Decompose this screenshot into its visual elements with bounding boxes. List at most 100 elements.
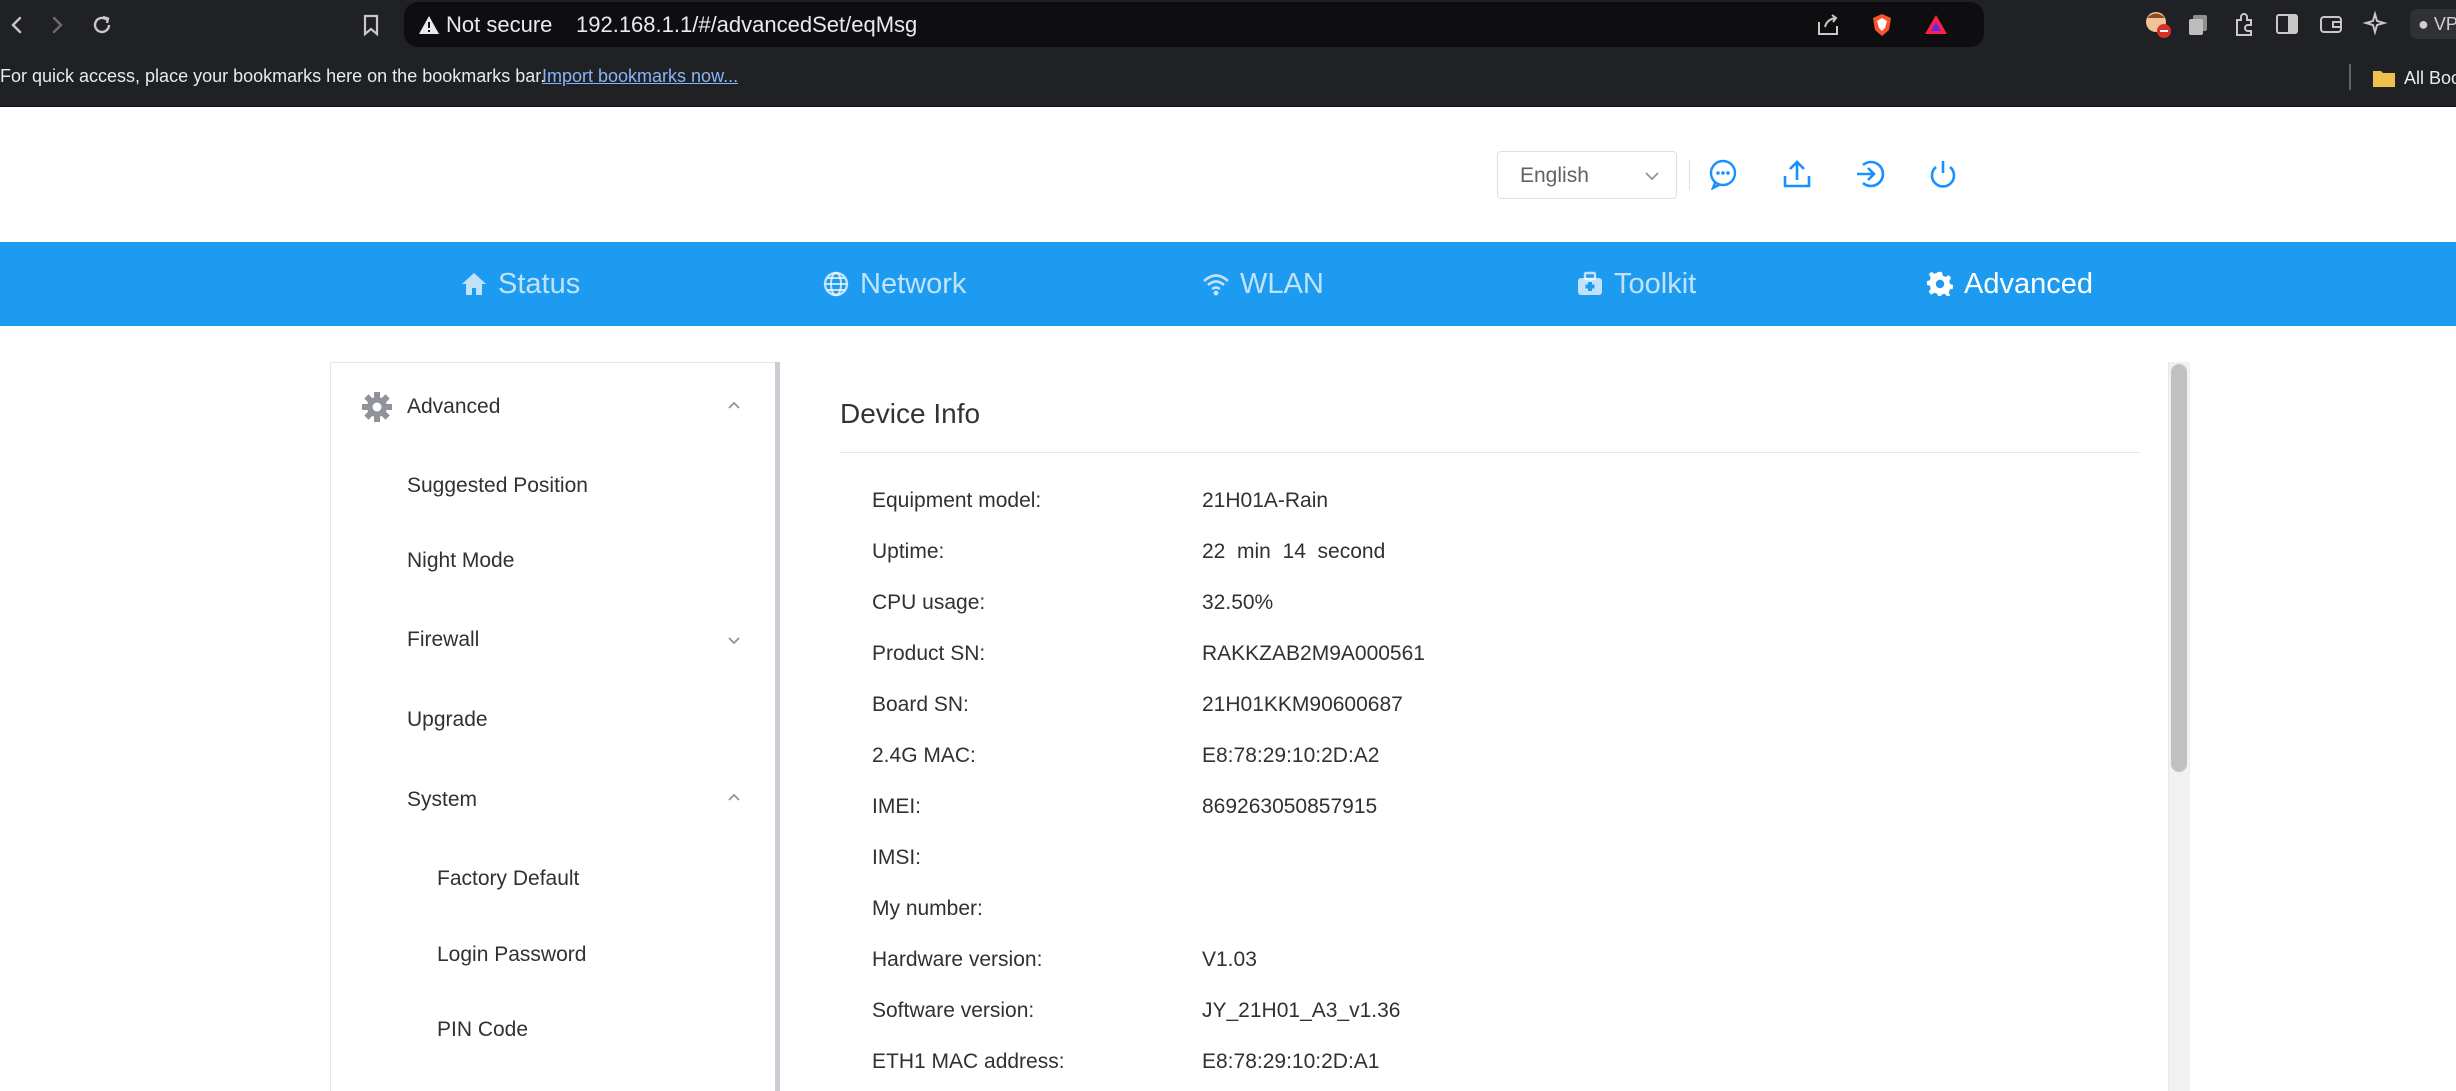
import-bookmarks-link[interactable]: Import bookmarks now...	[542, 66, 738, 87]
address-bar[interactable]: Not secure 192.168.1.1/#/advancedSet/eqM…	[404, 2, 1984, 47]
tab-advanced-label: Advanced	[1964, 267, 2093, 300]
tab-wlan[interactable]: WLAN	[1202, 242, 1324, 326]
info-row-imei: IMEI: 869263050857915	[872, 795, 2072, 829]
page-title: Device Info	[840, 398, 981, 429]
title-divider	[840, 452, 2140, 453]
info-row-uptime: Uptime: 22 min 14 second	[872, 540, 2072, 574]
url-text[interactable]: 192.168.1.1/#/advancedSet/eqMsg	[576, 12, 917, 38]
back-icon[interactable]	[0, 8, 34, 42]
warning-icon[interactable]	[418, 14, 440, 36]
bookmarks-divider	[2349, 64, 2351, 90]
info-row-equipment-model: Equipment model: 21H01A-Rain	[872, 489, 2072, 523]
info-row-my-number: My number:	[872, 897, 2072, 931]
sidebar-item-upgrade[interactable]: Upgrade	[407, 708, 488, 732]
info-value: E8:78:29:10:2D:A2	[1202, 744, 1380, 767]
info-row-eth1-mac: ETH1 MAC address: E8:78:29:10:2D:A1	[872, 1050, 2072, 1084]
vpn-button[interactable]: ● VP	[2410, 9, 2456, 39]
sidebar-icon[interactable]	[2272, 9, 2302, 39]
all-bookmarks-button[interactable]: All Boo	[2372, 64, 2456, 92]
content-scrollbar-thumb[interactable]	[2171, 364, 2187, 772]
info-value: E8:78:29:10:2D:A1	[1202, 1050, 1380, 1073]
info-label: Product SN:	[872, 642, 986, 665]
globe-icon	[823, 271, 849, 297]
info-label: Hardware version:	[872, 948, 1043, 971]
info-row-cpu-usage: CPU usage: 32.50%	[872, 591, 2072, 625]
tab-toolkit-label: Toolkit	[1614, 267, 1697, 300]
info-row-product-sn: Product SN: RAKKZAB2M9A000561	[872, 642, 2072, 676]
reload-icon[interactable]	[85, 8, 119, 42]
info-label: Board SN:	[872, 693, 969, 716]
info-value: 22 min 14 second	[1202, 540, 1386, 563]
info-value: JY_21H01_A3_v1.36	[1202, 999, 1401, 1022]
info-label: ETH1 MAC address:	[872, 1050, 1065, 1073]
info-value: 21H01KKM90600687	[1202, 693, 1403, 716]
login-icon[interactable]	[1851, 155, 1889, 193]
info-label: Uptime:	[872, 540, 945, 563]
info-value: 869263050857915	[1202, 795, 1378, 818]
info-label: IMSI:	[872, 846, 922, 869]
wallet-icon[interactable]	[2316, 9, 2346, 39]
wifi-icon	[1203, 274, 1229, 296]
sidebar-item-login-password[interactable]: Login Password	[437, 943, 586, 967]
info-label: 2.4G MAC:	[872, 744, 976, 767]
folder-icon	[2373, 71, 2395, 87]
tab-advanced[interactable]: Advanced	[1926, 242, 2093, 326]
extension-icon[interactable]	[2229, 9, 2259, 39]
info-row-hardware-version: Hardware version: V1.03	[872, 948, 2072, 982]
tab-wlan-label: WLAN	[1240, 267, 1324, 300]
tab-status[interactable]: Status	[460, 242, 580, 326]
forward-icon[interactable]	[40, 8, 74, 42]
tab-network[interactable]: Network	[822, 242, 966, 326]
info-label: CPU usage:	[872, 591, 986, 614]
chevron-up-icon	[725, 789, 743, 807]
avatar-icon[interactable]	[2142, 9, 2172, 39]
home-icon	[462, 273, 486, 295]
all-bookmarks-label: All Boo	[2404, 67, 2456, 88]
chevron-down-icon	[725, 631, 743, 649]
sidebar-item-firewall[interactable]: Firewall	[407, 628, 479, 652]
sidebar-scrollbar[interactable]	[775, 362, 780, 1091]
sidebar-item-pin-code[interactable]: PIN Code	[437, 1018, 528, 1042]
tab-status-label: Status	[498, 267, 581, 300]
chevron-up-icon	[725, 397, 743, 415]
bookmarks-message: For quick access, place your bookmarks h…	[0, 66, 546, 86]
toolkit-icon	[1578, 271, 1602, 295]
sidebar-item-suggested-position[interactable]: Suggested Position	[407, 474, 588, 498]
vpn-label: VP	[2433, 14, 2456, 34]
upload-icon[interactable]	[1778, 155, 1816, 193]
browser-toolbar: Not secure 192.168.1.1/#/advancedSet/eqM…	[0, 0, 2456, 50]
tab-network-label: Network	[860, 267, 967, 300]
info-row-imsi: IMSI:	[872, 846, 2072, 880]
info-value: RAKKZAB2M9A000561	[1202, 642, 1425, 665]
info-value: 32.50%	[1202, 591, 1274, 614]
brave-shield-icon[interactable]	[1868, 11, 1896, 39]
bookmarks-bar: For quick access, place your bookmarks h…	[0, 50, 2456, 107]
chevron-down-icon	[1642, 166, 1662, 186]
gear-icon	[1926, 271, 1953, 297]
sidebar-item-factory-default[interactable]: Factory Default	[437, 867, 579, 891]
message-icon[interactable]	[1704, 155, 1742, 193]
bookmark-icon[interactable]	[354, 8, 388, 42]
info-label: Equipment model:	[872, 489, 1042, 512]
power-icon[interactable]	[1924, 155, 1962, 193]
language-value: English	[1520, 164, 1589, 187]
main-nav: Status Network WLAN Toolkit Advanced	[0, 242, 2456, 326]
copy-extension-icon[interactable]	[2183, 9, 2213, 39]
info-label: My number:	[872, 897, 983, 920]
share-icon[interactable]	[1814, 11, 1842, 39]
leo-icon[interactable]	[2360, 9, 2390, 39]
security-label[interactable]: Not secure	[446, 12, 552, 38]
info-value: 21H01A-Rain	[1202, 489, 1329, 512]
brave-rewards-icon[interactable]	[1922, 11, 1950, 39]
sidebar-item-night-mode[interactable]: Night Mode	[407, 549, 514, 573]
tab-toolkit[interactable]: Toolkit	[1576, 242, 1696, 326]
sidebar: Advanced Suggested Position Night Mode F…	[330, 362, 780, 1091]
sidebar-group-label: Advanced	[407, 395, 501, 418]
language-select[interactable]: English	[1497, 151, 1677, 199]
info-row-board-sn: Board SN: 21H01KKM90600687	[872, 693, 2072, 727]
sidebar-group-advanced[interactable]: Advanced	[331, 377, 771, 437]
info-row-2g-mac: 2.4G MAC: E8:78:29:10:2D:A2	[872, 744, 2072, 778]
sidebar-item-system[interactable]: System	[407, 788, 477, 812]
info-label: IMEI:	[872, 795, 922, 818]
info-label: Software version:	[872, 999, 1035, 1022]
